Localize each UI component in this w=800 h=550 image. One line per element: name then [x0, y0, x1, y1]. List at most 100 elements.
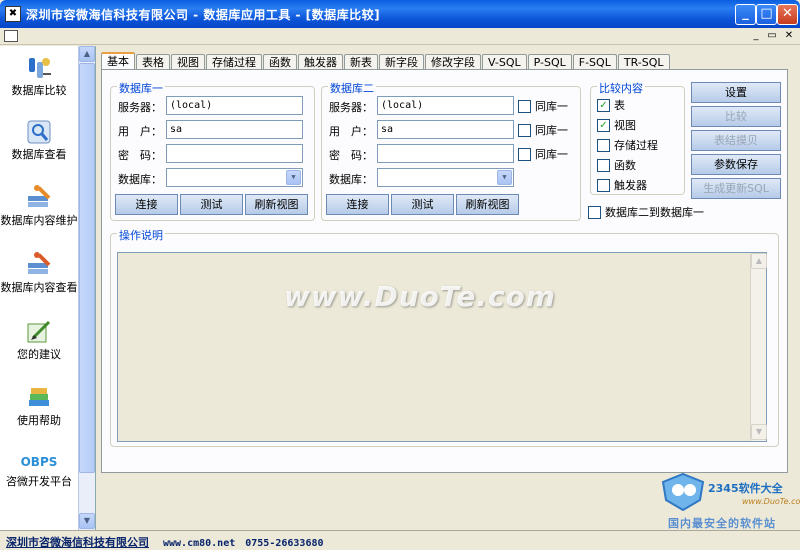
- compare-group: 比较内容 ✓ 表 ✓ 视图 存储过程 函数 触发器: [590, 80, 685, 195]
- db1-legend: 数据库一: [117, 80, 165, 96]
- db2-to-db1-checkbox[interactable]: 数据库二到数据库一: [588, 205, 704, 219]
- tab-modified-fields[interactable]: 修改字段: [425, 54, 481, 70]
- checkbox-checked-icon[interactable]: ✓: [597, 118, 610, 132]
- description-legend: 操作说明: [117, 227, 165, 243]
- checkbox-icon[interactable]: [597, 178, 610, 192]
- tab-triggers[interactable]: 触发器: [298, 54, 343, 70]
- db1-password-input[interactable]: [166, 144, 303, 163]
- db2-user-input[interactable]: sa: [377, 120, 514, 139]
- settings-button[interactable]: 设置: [691, 82, 781, 103]
- db2-refresh-button[interactable]: 刷新视图: [456, 194, 519, 215]
- title-bar: ✖ 深圳市容微海信科技有限公司 - 数据库应用工具 - [数据库比较] _ □ …: [0, 0, 800, 28]
- save-params-button[interactable]: 参数保存: [691, 154, 781, 175]
- app-icon[interactable]: ✖: [5, 6, 21, 22]
- db2-group: 数据库二 服务器： (local) 同库一 用 户： sa 同库一 密 码： 同…: [321, 80, 581, 221]
- db-maintain-icon: [28, 185, 51, 207]
- db2-same-password-label: 同库一: [535, 148, 568, 161]
- scroll-up-button[interactable]: ▲: [751, 253, 767, 269]
- sidebar-item-label: 使用帮助: [17, 414, 61, 427]
- db2-connect-button[interactable]: 连接: [326, 194, 389, 215]
- scroll-down-button[interactable]: ▼: [751, 424, 767, 440]
- compare-views-label: 视图: [614, 119, 636, 132]
- compare-legend: 比较内容: [597, 80, 645, 96]
- db2-to-db1-label: 数据库二到数据库一: [605, 206, 704, 219]
- tab-procedures[interactable]: 存储过程: [206, 54, 262, 70]
- mdi-minimize-button[interactable]: _: [748, 29, 764, 43]
- compare-triggers-checkbox[interactable]: 触发器: [597, 178, 647, 192]
- sidebar-item-db-content-view[interactable]: 数据库内容查看: [0, 251, 78, 294]
- scroll-down-button[interactable]: ▼: [79, 513, 95, 529]
- tab-functions[interactable]: 函数: [263, 54, 297, 70]
- compare-views-checkbox[interactable]: ✓ 视图: [597, 118, 636, 132]
- window-title: 深圳市容微海信科技有限公司 - 数据库应用工具 - [数据库比较]: [26, 8, 381, 22]
- mdi-close-button[interactable]: ✕: [781, 29, 797, 43]
- tab-v-sql[interactable]: V-SQL: [482, 54, 527, 70]
- tab-f-sql[interactable]: F-SQL: [572, 54, 617, 70]
- db2-same-password-checkbox[interactable]: 同库一: [518, 147, 568, 161]
- help-icon: [29, 388, 49, 406]
- db2-same-server-checkbox[interactable]: 同库一: [518, 99, 568, 113]
- db2-same-user-checkbox[interactable]: 同库一: [518, 123, 568, 137]
- export-structure-button[interactable]: 表结摸贝: [691, 130, 781, 151]
- sidebar-item-label: 您的建议: [17, 348, 61, 361]
- sidebar-item-db-compare[interactable]: 数据库比较: [0, 54, 78, 97]
- tab-p-sql[interactable]: P-SQL: [527, 54, 572, 70]
- sidebar-item-db-maintain[interactable]: 数据库内容维护: [0, 184, 78, 227]
- tab-strip: 基本 表格 视图 存储过程 函数 触发器 新表 新字段 修改字段 V-SQL P…: [101, 52, 671, 70]
- status-company[interactable]: 深圳市咨微海信科技有限公司: [6, 534, 149, 550]
- db2-password-input[interactable]: [377, 144, 514, 163]
- checkbox-icon[interactable]: [588, 205, 601, 219]
- db2-user-label: 用 户：: [329, 125, 373, 138]
- tab-tables[interactable]: 表格: [136, 54, 170, 70]
- checkbox-checked-icon[interactable]: ✓: [597, 98, 610, 112]
- tab-basic[interactable]: 基本: [101, 52, 135, 70]
- db1-server-input[interactable]: (local): [166, 96, 303, 115]
- mdi-restore-button[interactable]: ▭: [764, 29, 780, 43]
- db1-server-label: 服务器：: [118, 101, 162, 114]
- scroll-up-button[interactable]: ▲: [79, 46, 95, 62]
- checkbox-icon[interactable]: [597, 158, 610, 172]
- tab-panel-basic: 数据库一 服务器： (local) 用 户： sa 密 码： 数据库： ▼ 连接…: [101, 69, 788, 473]
- maximize-button[interactable]: □: [756, 4, 777, 25]
- minimize-button[interactable]: _: [735, 4, 756, 25]
- compare-tables-label: 表: [614, 99, 625, 112]
- shield-logo-icon: [661, 472, 705, 512]
- scroll-thumb[interactable]: [79, 63, 95, 473]
- sidebar-item-label: 数据库内容维护: [0, 214, 78, 227]
- close-button[interactable]: ✕: [777, 4, 798, 25]
- db2-database-select[interactable]: ▼: [377, 168, 514, 187]
- document-icon[interactable]: [4, 30, 18, 42]
- tab-tr-sql[interactable]: TR-SQL: [617, 54, 670, 70]
- db1-refresh-button[interactable]: 刷新视图: [245, 194, 308, 215]
- db1-database-label: 数据库：: [118, 173, 162, 186]
- tab-new-fields[interactable]: 新字段: [379, 54, 424, 70]
- db1-database-select[interactable]: ▼: [166, 168, 303, 187]
- tab-new-tables[interactable]: 新表: [344, 54, 378, 70]
- generate-sql-button[interactable]: 生成更新SQL: [691, 178, 781, 199]
- compare-button[interactable]: 比较: [691, 106, 781, 127]
- chevron-down-icon[interactable]: ▼: [497, 170, 512, 185]
- checkbox-icon[interactable]: [518, 123, 531, 137]
- db1-connect-button[interactable]: 连接: [115, 194, 178, 215]
- checkbox-icon[interactable]: [518, 147, 531, 161]
- sidebar-item-obps[interactable]: OBPS 咨微开发平台: [0, 456, 78, 488]
- db2-test-button[interactable]: 测试: [391, 194, 454, 215]
- compare-procedures-checkbox[interactable]: 存储过程: [597, 138, 658, 152]
- compare-functions-checkbox[interactable]: 函数: [597, 158, 636, 172]
- tab-views[interactable]: 视图: [171, 54, 205, 70]
- db2-server-input[interactable]: (local): [377, 96, 514, 115]
- checkbox-icon[interactable]: [597, 138, 610, 152]
- checkbox-icon[interactable]: [518, 99, 531, 113]
- sidebar-item-db-view[interactable]: 数据库查看: [0, 118, 78, 161]
- db1-test-button[interactable]: 测试: [180, 194, 243, 215]
- badge-title: 2345软件大全: [708, 482, 783, 495]
- sidebar-item-suggestion[interactable]: 您的建议: [0, 318, 78, 361]
- sidebar-scrollbar[interactable]: ▲ ▼: [78, 46, 95, 530]
- db1-user-input[interactable]: sa: [166, 120, 303, 139]
- db-view-icon: [27, 120, 51, 144]
- sidebar-item-help[interactable]: 使用帮助: [0, 384, 78, 427]
- chevron-down-icon[interactable]: ▼: [286, 170, 301, 185]
- compare-tables-checkbox[interactable]: ✓ 表: [597, 98, 625, 112]
- description-scrollbar[interactable]: ▲ ▼: [750, 253, 767, 441]
- main-panel: 基本 表格 视图 存储过程 函数 触发器 新表 新字段 修改字段 V-SQL P…: [97, 46, 800, 530]
